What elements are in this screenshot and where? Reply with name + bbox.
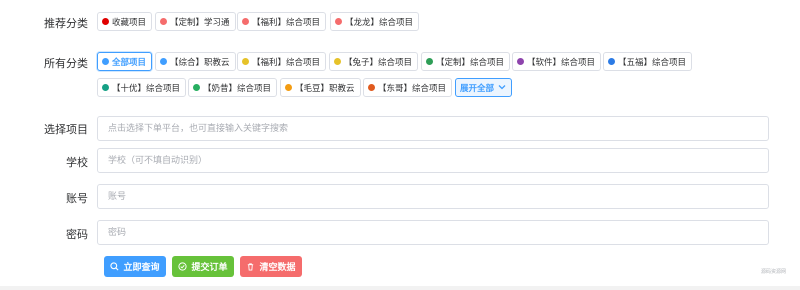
all-categories-label: 所有分类 <box>44 57 88 70</box>
project-search-input[interactable] <box>97 116 769 141</box>
dot-icon <box>368 84 375 91</box>
clear-data-button[interactable]: 清空数据 <box>240 256 302 277</box>
tag-label: 【十优】综合项目 <box>112 83 181 94</box>
dot-icon <box>242 58 249 65</box>
tag-all-projects[interactable]: 全部项目 <box>97 52 153 71</box>
tag-favorites[interactable]: 收藏项目 <box>97 12 153 31</box>
tag-longlong-project[interactable]: 【龙龙】综合项目 <box>330 12 420 31</box>
submit-label: 提交订单 <box>191 263 228 273</box>
tag-wufu-project[interactable]: 【五福】综合项目 <box>603 52 693 71</box>
account-label: 账号 <box>66 192 88 205</box>
search-icon <box>110 262 119 271</box>
chevron-down-icon <box>498 83 506 92</box>
query-label: 立即查询 <box>123 263 160 273</box>
tag-label: 【龙龙】综合项目 <box>345 17 414 28</box>
submit-order-button[interactable]: 提交订单 <box>172 256 234 277</box>
tag-naixi-project[interactable]: 【奶昔】综合项目 <box>188 78 278 97</box>
password-input[interactable] <box>97 220 769 245</box>
tag-dongge-project[interactable]: 【东哥】综合项目 <box>363 78 453 97</box>
tag-fuli-project[interactable]: 【福利】综合项目 <box>237 12 327 31</box>
dot-icon <box>102 58 109 65</box>
bottom-divider <box>0 286 800 290</box>
expand-label: 展开全部 <box>460 83 495 94</box>
tag-label: 【兔子】综合项目 <box>344 57 413 68</box>
dot-icon <box>102 84 109 91</box>
dot-icon <box>160 18 167 25</box>
tag-label: 【综合】职教云 <box>170 57 230 68</box>
tag-label: 【毛豆】职教云 <box>295 83 355 94</box>
tag-label: 【定制】学习通 <box>170 17 230 28</box>
password-label: 密码 <box>66 228 88 241</box>
dot-icon <box>608 58 615 65</box>
dot-icon <box>426 58 433 65</box>
tag-label: 【软件】综合项目 <box>527 57 596 68</box>
dot-icon <box>193 84 200 91</box>
tag-label: 【五福】综合项目 <box>618 57 687 68</box>
check-circle-icon <box>178 262 188 271</box>
tag-zonghe-zhijiaoyun[interactable]: 【综合】职教云 <box>155 52 236 71</box>
tag-shiyou-project[interactable]: 【十优】综合项目 <box>97 78 187 97</box>
tag-tuzi-project[interactable]: 【兔子】综合项目 <box>329 52 419 71</box>
tag-label: 【奶昔】综合项目 <box>203 83 272 94</box>
tag-label: 【福利】综合项目 <box>252 17 321 28</box>
tag-ruanjian-project[interactable]: 【软件】综合项目 <box>512 52 602 71</box>
dot-icon <box>517 58 524 65</box>
tag-dingzhi-project[interactable]: 【定制】综合项目 <box>421 52 511 71</box>
tag-label: 【东哥】综合项目 <box>378 83 447 94</box>
dot-icon <box>242 18 249 25</box>
tag-label: 收藏项目 <box>112 17 147 28</box>
dot-icon <box>102 18 109 25</box>
expand-all-button[interactable]: 展开全部 <box>455 78 513 97</box>
tag-fuli-project-2[interactable]: 【福利】综合项目 <box>237 52 327 71</box>
tag-custom-xuexitong[interactable]: 【定制】学习通 <box>155 12 236 31</box>
dot-icon <box>334 58 341 65</box>
project-label: 选择项目 <box>44 123 88 136</box>
school-input[interactable] <box>97 148 769 173</box>
dot-icon <box>160 58 167 65</box>
tag-maodou-zhijiaoyun[interactable]: 【毛豆】职教云 <box>280 78 361 97</box>
tag-label: 全部项目 <box>112 57 147 68</box>
clear-label: 清空数据 <box>259 263 296 273</box>
tag-label: 【定制】综合项目 <box>436 57 505 68</box>
watermark-text: 源码资源网 <box>760 269 786 275</box>
recommended-label: 推荐分类 <box>44 17 88 30</box>
trash-icon <box>248 263 254 271</box>
school-label: 学校 <box>66 156 88 169</box>
account-input[interactable] <box>97 184 769 209</box>
dot-icon <box>285 84 292 91</box>
tag-label: 【福利】综合项目 <box>252 57 321 68</box>
dot-icon <box>335 18 342 25</box>
query-button[interactable]: 立即查询 <box>104 256 166 277</box>
